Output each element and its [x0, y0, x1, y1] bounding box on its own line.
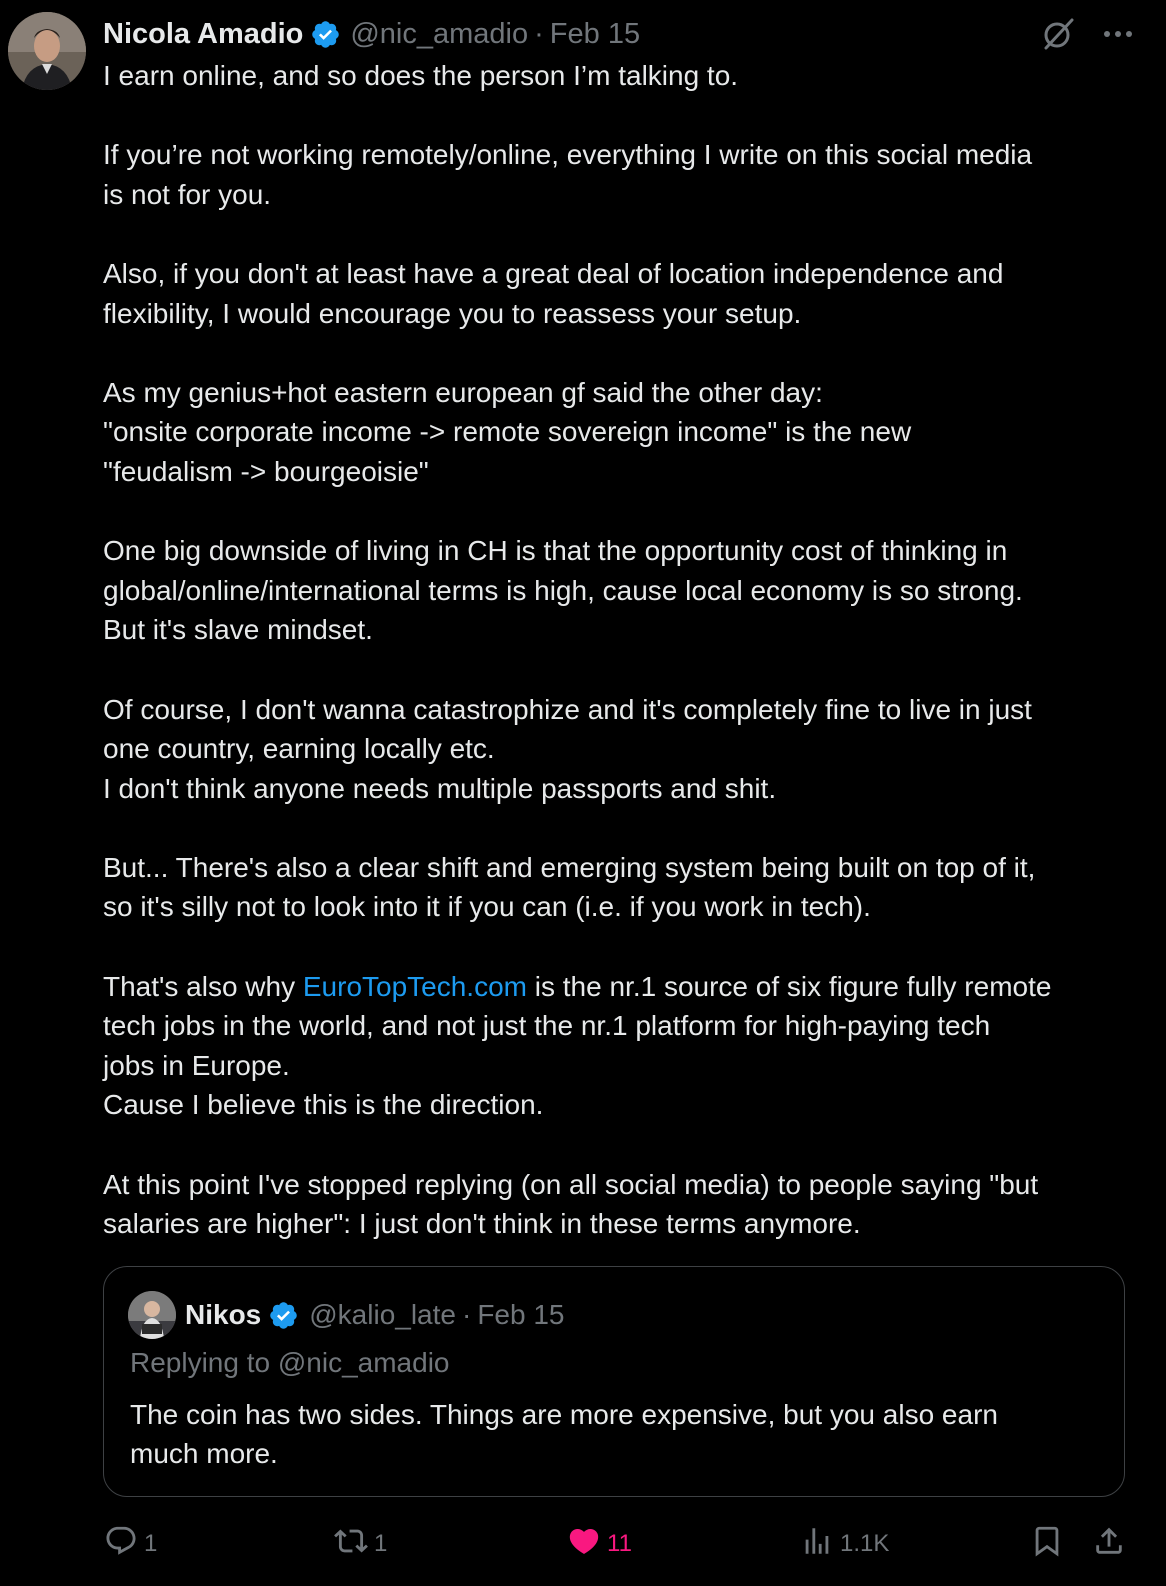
reply-button[interactable]: 1	[104, 1522, 157, 1566]
share-button[interactable]	[1092, 1522, 1126, 1566]
tweet-paragraph: I earn online, and so does the person I’…	[103, 56, 1138, 96]
tweet-text-line: If you’re not working remotely/online, e…	[103, 139, 1033, 171]
tweet-text-line: "feudalism -> bourgeoisie"	[103, 455, 429, 487]
quoted-tweet[interactable]: Nikos @kalio_late · Feb 15 Replying to @…	[103, 1266, 1125, 1497]
link-suffix-text: is the nr.1 source of six figure fully r…	[526, 970, 1052, 1002]
quoted-tweet-text: The coin has two sides. Things are more …	[130, 1395, 1100, 1473]
tweet-paragraph: As my genius+hot eastern european gf sai…	[103, 373, 1138, 492]
share-icon	[1092, 1524, 1126, 1565]
repost-icon	[334, 1524, 368, 1565]
grok-icon[interactable]	[1038, 14, 1078, 54]
separator-dot: ·	[534, 17, 544, 50]
tweet-header: Nicola Amadio @nic_amadio · Feb 15	[103, 14, 640, 54]
tweet-text-line: tech jobs in the world, and not just the…	[103, 1010, 991, 1042]
tweet-date[interactable]: Feb 15	[550, 18, 640, 51]
tweet-text-line: As my genius+hot eastern european gf sai…	[103, 376, 823, 408]
reply-icon	[104, 1524, 138, 1565]
tweet-paragraph: At this point I've stopped replying (on …	[103, 1165, 1138, 1244]
tweet-text-line: jobs in Europe.	[103, 1049, 290, 1081]
repost-count: 1	[374, 1530, 388, 1557]
tweet-text-line: That's also why EuroTopTech.com is the n…	[103, 967, 1138, 1007]
tweet-paragraph: Of course, I don't wanna catastrophize a…	[103, 690, 1138, 809]
quoted-author-handle[interactable]: @kalio_late	[309, 1299, 456, 1331]
tweet-text-line: so it's silly not to look into it if you…	[103, 891, 871, 923]
like-button[interactable]: 11	[567, 1522, 632, 1566]
like-count: 11	[607, 1530, 632, 1557]
tweet-action-bar: 1 1 11 1.1K	[0, 1522, 1166, 1566]
tweet-text-line: flexibility, I would encourage you to re…	[103, 297, 802, 329]
tweet-paragraph: But... There's also a clear shift and em…	[103, 848, 1138, 927]
more-icon[interactable]	[1098, 14, 1138, 54]
tweet-text-line: salaries are higher": I just don't think…	[103, 1208, 861, 1240]
quoted-text-line: The coin has two sides. Things are more …	[130, 1399, 998, 1430]
tweet-text-line: I earn online, and so does the person I’…	[103, 60, 739, 91]
tweet-text-line: Also, if you don't at least have a great…	[103, 257, 1004, 289]
separator-dot: ·	[461, 1299, 472, 1330]
tweet-text-line: is not for you.	[103, 178, 272, 210]
bookmark-icon	[1030, 1524, 1064, 1565]
tweet-body: I earn online, and so does the person I’…	[103, 56, 1138, 1244]
heart-icon	[567, 1524, 601, 1565]
verified-badge-icon	[268, 1300, 299, 1331]
tweet-text-line: global/online/international terms is hig…	[103, 574, 1023, 606]
reply-count: 1	[144, 1530, 158, 1557]
quoted-author-avatar[interactable]	[128, 1291, 176, 1339]
author-name[interactable]: Nicola Amadio	[103, 18, 303, 51]
author-avatar[interactable]	[8, 12, 86, 90]
tweet-paragraph: One big downside of living in CH is that…	[103, 531, 1138, 650]
repost-button[interactable]: 1	[334, 1522, 387, 1566]
tweet: Nicola Amadio @nic_amadio · Feb 15 I ear…	[0, 0, 1166, 1586]
verified-badge-icon	[310, 19, 341, 50]
tweet-paragraph: Also, if you don't at least have a great…	[103, 254, 1138, 333]
views-icon	[800, 1524, 834, 1565]
quoted-text-line: much more.	[130, 1438, 278, 1469]
tweet-text-line: I don't think anyone needs multiple pass…	[103, 772, 777, 804]
replying-to[interactable]: Replying to @nic_amadio	[130, 1347, 449, 1379]
tweet-text-line: At this point I've stopped replying (on …	[103, 1168, 1039, 1200]
tweet-text-line: "onsite corporate income -> remote sover…	[103, 416, 912, 448]
tweet-paragraph: That's also why EuroTopTech.com is the n…	[103, 967, 1138, 1125]
quoted-tweet-date[interactable]: Feb 15	[477, 1299, 564, 1331]
tweet-text-line: But it's slave mindset.	[103, 614, 373, 646]
views-count: 1.1K	[840, 1530, 890, 1557]
views-button[interactable]: 1.1K	[800, 1522, 889, 1566]
link-prefix-text: That's also why	[103, 970, 303, 1002]
tweet-text-line: One big downside of living in CH is that…	[103, 535, 1008, 567]
tweet-text-line: But... There's also a clear shift and em…	[103, 851, 1036, 883]
tweet-top-icons	[1038, 14, 1138, 54]
tweet-paragraph: If you’re not working remotely/online, e…	[103, 135, 1138, 214]
eurotoptech-link[interactable]: EuroTopTech.com	[303, 971, 527, 1002]
quoted-tweet-header: Nikos @kalio_late · Feb 15	[128, 1291, 564, 1339]
tweet-text-line: Cause I believe this is the direction.	[103, 1089, 544, 1121]
bookmark-button[interactable]	[1030, 1522, 1064, 1566]
author-handle[interactable]: @nic_amadio	[350, 18, 528, 51]
tweet-text-line: one country, earning locally etc.	[103, 733, 495, 765]
tweet-text-line: Of course, I don't wanna catastrophize a…	[103, 693, 1032, 725]
quoted-author-name[interactable]: Nikos	[185, 1299, 261, 1331]
